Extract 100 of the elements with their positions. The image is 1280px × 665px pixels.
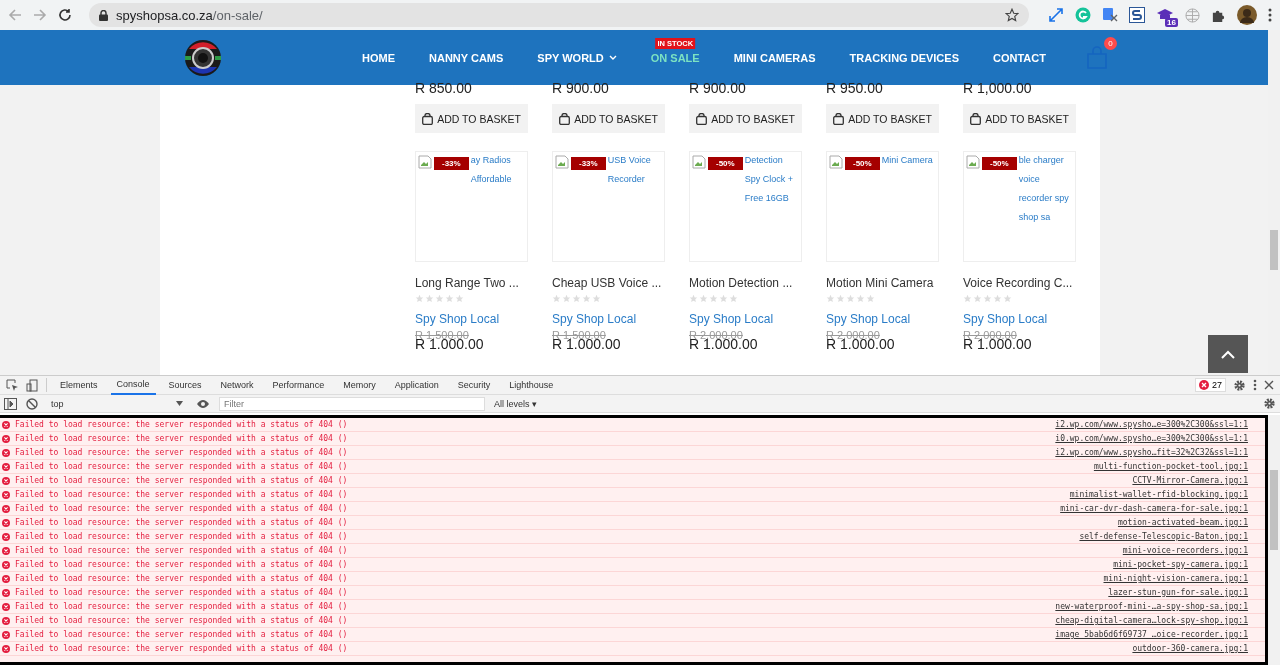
nav-link[interactable]: MINI CAMERAS xyxy=(716,51,833,64)
inspect-icon[interactable] xyxy=(6,378,19,392)
error-message: Failed to load resource: the server responded with a status of 404 () xyxy=(15,504,349,513)
product-title[interactable]: Motion Detection ... xyxy=(689,276,802,290)
image-placeholder[interactable]: -50% Mini Camera xyxy=(826,151,939,262)
error-message: Failed to load resource: the server responded with a status of 404 () xyxy=(15,462,349,471)
address-bar[interactable]: spyshopsa.co.za/on-sale/ xyxy=(89,3,1029,27)
error-message: Failed to load resource: the server responded with a status of 404 () xyxy=(15,644,349,653)
product-title[interactable]: Long Range Two ... xyxy=(415,276,528,290)
filter-field[interactable]: Filter xyxy=(219,396,485,411)
levels-dropdown[interactable]: All levels ▾ xyxy=(494,398,537,409)
discount-badge: -50% xyxy=(982,157,1017,170)
error-count[interactable]: 27 xyxy=(1195,378,1226,392)
logo-icon[interactable] xyxy=(185,39,221,76)
source-link[interactable]: i0.wp.com/www.spysho…e=300%2C300&ssl=1:1 xyxy=(1055,434,1248,443)
error-icon xyxy=(2,546,10,555)
source-link[interactable]: mini-voice-recorders.jpg:1 xyxy=(1122,546,1248,555)
image-placeholder[interactable]: -50% ble charger voice recorder spy shop sa xyxy=(963,151,1076,262)
sidebar-toggle-icon[interactable] xyxy=(4,397,17,410)
star-icon[interactable] xyxy=(1005,8,1019,22)
source-link[interactable]: mini-pocket-spy-camera.jpg:1 xyxy=(1113,560,1248,569)
devtools-tab[interactable]: Network xyxy=(214,375,260,395)
error-message: Failed to load resource: the server responded with a status of 404 () xyxy=(15,616,349,625)
image-placeholder[interactable]: -50% Detection Spy Clock + Free 16GB xyxy=(689,151,802,262)
store-link[interactable]: Spy Shop Local xyxy=(415,312,528,326)
devtools-tab[interactable]: Security xyxy=(451,375,497,395)
image-alt-text: ble charger voice recorder spy shop sa xyxy=(1018,154,1070,224)
bag-icon xyxy=(559,112,571,125)
nav-link[interactable]: SPY WORLD xyxy=(520,51,634,64)
add-to-basket-button[interactable]: ADD TO BASKET xyxy=(963,104,1076,133)
source-link[interactable]: i2.wp.com/www.spysho…e=300%2C300&ssl=1:1 xyxy=(1055,420,1248,429)
product-title[interactable]: Voice Recording C... xyxy=(963,276,1076,290)
devtools-tab[interactable]: Application xyxy=(388,375,445,395)
source-link[interactable]: lazer-stun-gun-for-sale.jpg:1 xyxy=(1108,588,1248,597)
error-message: Failed to load resource: the server responded with a status of 404 () xyxy=(15,546,349,555)
expand-icon[interactable] xyxy=(1048,7,1064,23)
menu-icon[interactable] xyxy=(1268,8,1272,22)
graduation-cap-icon[interactable] xyxy=(1156,8,1174,22)
add-to-basket-button[interactable]: ADD TO BASKET xyxy=(826,104,939,133)
devtools-tab[interactable]: Memory xyxy=(337,375,382,395)
error-message: Failed to load resource: the server responded with a status of 404 () xyxy=(15,476,349,485)
error-icon xyxy=(1199,380,1209,390)
source-link[interactable]: motion-activated-beam.jpg:1 xyxy=(1117,518,1248,527)
product-title[interactable]: Motion Mini Camera xyxy=(826,276,939,290)
error-icon xyxy=(2,490,10,499)
context-select[interactable]: top xyxy=(47,398,187,409)
devtools-tab[interactable]: Sources xyxy=(162,375,208,395)
error-icon xyxy=(2,644,10,653)
source-link[interactable]: self-defense-Telescopic-Baton.jpg:1 xyxy=(1079,532,1248,541)
source-link[interactable]: outdoor-360-camera.jpg:1 xyxy=(1132,644,1248,653)
nav-link[interactable]: TRACKING DEVICES xyxy=(832,51,976,64)
source-link[interactable]: cheap-digital-camera…lock-spy-shop.jpg:1 xyxy=(1055,616,1248,625)
nav-link[interactable]: NANNY CAMS xyxy=(412,51,521,64)
add-to-basket-button[interactable]: ADD TO BASKET xyxy=(552,104,665,133)
add-to-basket-button[interactable]: ADD TO BASKET xyxy=(415,104,528,133)
source-link[interactable]: new-waterproof-mini-…a-spy-shop-sa.jpg:1 xyxy=(1055,602,1248,611)
error-icon xyxy=(2,616,10,625)
nav-link[interactable]: HOME xyxy=(345,51,412,64)
store-link[interactable]: Spy Shop Local xyxy=(826,312,939,326)
settings-icon[interactable] xyxy=(1233,378,1246,392)
image-alt-text: Detection Spy Clock + Free 16GB xyxy=(744,154,794,205)
devtools-tab[interactable]: Lighthouse xyxy=(503,375,560,395)
settings-icon[interactable] xyxy=(1263,397,1276,410)
reload-icon[interactable] xyxy=(58,8,72,22)
devtools-tab[interactable]: Elements xyxy=(54,375,104,395)
devtools-tab[interactable]: Performance xyxy=(266,375,331,395)
error-message: Failed to load resource: the server responded with a status of 404 () xyxy=(15,630,349,639)
product-price: R 1,000.00 xyxy=(963,81,1033,95)
source-link[interactable]: minimalist-wallet-rfid-blocking.jpg:1 xyxy=(1069,490,1248,499)
product-price: R 850.00 xyxy=(415,81,473,95)
error-icon xyxy=(2,420,10,429)
clear-icon[interactable] xyxy=(26,397,38,410)
error-message: Failed to load resource: the server responded with a status of 404 () xyxy=(15,588,349,597)
error-icon xyxy=(2,574,10,583)
scrollbar[interactable] xyxy=(1268,415,1280,665)
error-icon xyxy=(2,588,10,597)
avatar-icon[interactable] xyxy=(1237,5,1257,25)
store-link[interactable]: Spy Shop Local xyxy=(689,312,802,326)
add-to-basket-button[interactable]: ADD TO BASKET xyxy=(689,104,802,133)
nav-link[interactable]: CONTACT xyxy=(976,51,1063,64)
store-link[interactable]: Spy Shop Local xyxy=(552,312,665,326)
source-link[interactable]: multi-function-pocket-tool.jpg:1 xyxy=(1093,462,1248,471)
image-placeholder[interactable]: -33% USB Voice Recorder xyxy=(552,151,665,262)
bag-icon xyxy=(970,112,982,125)
device-icon[interactable] xyxy=(26,378,39,392)
image-placeholder[interactable]: -33% ay Radios Affordable xyxy=(415,151,528,262)
translate-icon[interactable] xyxy=(1102,7,1118,23)
source-link[interactable]: mini-night-vision-camera.jpg:1 xyxy=(1103,574,1248,583)
store-link[interactable]: Spy Shop Local xyxy=(963,312,1076,326)
document-icon[interactable] xyxy=(1129,7,1145,23)
eye-icon[interactable] xyxy=(196,398,210,409)
product-title[interactable]: Cheap USB Voice ... xyxy=(552,276,665,290)
source-link[interactable]: image_5bab6d6f69737_…oice-recorder.jpg:1 xyxy=(1055,630,1248,639)
product-price: R 900.00 xyxy=(552,81,610,95)
source-link[interactable]: CCTV-Mirror-Camera.jpg:1 xyxy=(1132,476,1248,485)
source-link[interactable]: mini-car-dvr-dash-camera-for-sale.jpg:1 xyxy=(1060,504,1248,513)
scroll-top-button[interactable] xyxy=(1208,335,1248,373)
source-link[interactable]: i2.wp.com/www.spysho…fit=32%2C32&ssl=1:1 xyxy=(1055,448,1248,457)
close-icon[interactable] xyxy=(1264,380,1274,390)
more-icon[interactable] xyxy=(1253,379,1257,391)
